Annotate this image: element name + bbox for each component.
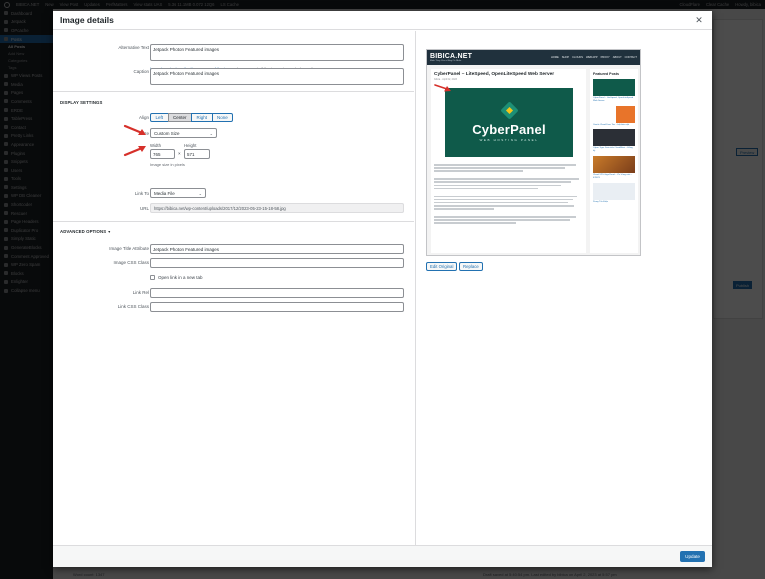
replace-button[interactable]: Replace [459, 262, 483, 271]
preview-menu-item: CLOUDS [572, 56, 583, 59]
settings-column: Alternative Text Jetpack Photon Featured… [53, 31, 414, 545]
alt-text-label: Alternative Text [118, 45, 149, 50]
advanced-options-toggle[interactable]: Advanced Options ▼ [60, 229, 111, 234]
update-button[interactable]: Update [680, 551, 705, 562]
preview-brand: CyberPanel [472, 121, 546, 137]
image-details-modal: Image details ✕ Alternative Text Jetpack… [53, 11, 712, 567]
preview-thumb-caption: Oracle Cloud Free Tier – bật bảo mật [593, 123, 630, 126]
cyberpanel-logo-icon [499, 100, 519, 120]
preview-sidebar: Featured Posts CyberPanel – LiteSpeed, O… [590, 69, 638, 253]
preview-thumb-caption: Cyber Tiger Data trên CloudBlast – Đăng … [593, 147, 633, 153]
css-class-label: Image CSS Class [113, 260, 149, 265]
align-left-button[interactable]: Left [150, 113, 169, 122]
preview-post-meta: bibica · April 02, 2023 [434, 78, 457, 81]
divider [53, 221, 414, 222]
align-center-button[interactable]: Center [167, 113, 193, 122]
size-hint: Image size in pixels [150, 162, 185, 167]
preview-brand-sub: WEB HOSTING PANEL [479, 137, 539, 142]
modal-title: Image details [60, 15, 114, 25]
align-right-button[interactable]: Right [191, 113, 213, 122]
link-css-input[interactable] [150, 302, 404, 312]
preview-thumb-caption: Proxy Tốc Điện [593, 200, 608, 203]
width-input[interactable] [150, 149, 175, 159]
caret-down-icon: ▼ [107, 230, 112, 234]
modal-header: Image details ✕ [53, 11, 712, 30]
red-arrow-icon [123, 124, 146, 135]
caption-label: Caption [133, 69, 149, 74]
link-rel-label: Link Rel [132, 290, 149, 295]
link-rel-input[interactable] [150, 288, 404, 298]
edit-original-button[interactable]: Edit Original [426, 262, 458, 271]
modal-footer: Update [53, 545, 712, 567]
title-attr-input[interactable] [150, 244, 404, 254]
preview-featured-image: CyberPanel WEB HOSTING PANEL [445, 88, 573, 157]
preview-menu-item: ABOUT [612, 56, 622, 59]
height-input[interactable] [184, 149, 210, 159]
preview-menu-item: CONTACT [624, 56, 637, 59]
alt-text-field[interactable]: Jetpack Photon Featured images [150, 44, 404, 61]
preview-thumbnail [593, 182, 635, 200]
new-tab-option[interactable]: Open link in a new tab [150, 275, 203, 280]
new-tab-checkbox[interactable] [150, 275, 155, 280]
close-icon[interactable]: ✕ [693, 14, 705, 26]
display-settings-heading: Display Settings [60, 100, 103, 105]
height-label: Height [184, 143, 197, 148]
preview-menu: HOME SHOP CLOUDS WEB APP PROXY ABOUT CON… [551, 56, 637, 59]
url-label: URL [139, 206, 149, 211]
title-attr-label: Image Title Attribute [109, 246, 149, 251]
chevron-down-icon: ⌄ [209, 130, 213, 136]
preview-thumb-caption: CyberPanel – LiteSpeed, OpenLiteSpeed We… [593, 97, 634, 102]
chevron-down-icon: ⌄ [198, 190, 202, 196]
url-field[interactable]: https://bibica.net/wp-content/uploads/20… [150, 203, 404, 213]
preview-thumbnail [593, 155, 635, 173]
preview-menu-item: SHOP [561, 56, 570, 59]
size-times: × [178, 151, 181, 156]
preview-menu-item: PROXY [600, 56, 610, 59]
align-none-button[interactable]: None [211, 113, 234, 122]
preview-thumbnail [593, 79, 635, 96]
red-arrow-icon [123, 146, 146, 157]
align-label: Align [138, 115, 149, 120]
preview-thumb-caption: Cloud VPS GigaCloud – Ưu Vùng mới – 4/20… [593, 173, 633, 179]
preview-menu-item: HOME [550, 56, 559, 59]
caption-field[interactable]: Jetpack Photon Featured images [150, 68, 404, 85]
width-label: Width [150, 143, 161, 148]
link-css-label: Link CSS Class [117, 304, 149, 309]
css-class-input[interactable] [150, 258, 404, 268]
red-arrow-icon [434, 84, 451, 92]
preview-sidebar-title: Featured Posts [593, 72, 619, 76]
preview-thumbnail [593, 105, 635, 123]
divider [53, 91, 414, 92]
preview-site-tagline: Mình Thủy Chủ ở Blog Cá Nhân [430, 60, 462, 62]
link-to-label: Link To [134, 191, 149, 196]
preview-menu-item: WEB APP [585, 56, 598, 59]
preview-site-header: BIBICA.NET Mình Thủy Chủ ở Blog Cá Nhân … [427, 50, 640, 65]
preview-body-text [434, 164, 583, 226]
preview-article: CyberPanel – LiteSpeed, OpenLiteSpeed We… [431, 69, 586, 253]
image-preview-column: BIBICA.NET Mình Thủy Chủ ở Blog Cá Nhân … [415, 31, 712, 545]
preview-post-title: CyberPanel – LiteSpeed, OpenLiteSpeed We… [434, 72, 555, 77]
image-preview: BIBICA.NET Mình Thủy Chủ ở Blog Cá Nhân … [426, 49, 641, 256]
preview-site-logo: BIBICA.NET [430, 53, 473, 60]
align-buttons: Left Center Right None [150, 113, 234, 122]
preview-thumbnail [593, 129, 635, 147]
size-select[interactable]: Custom Size ⌄ [150, 128, 217, 138]
link-to-select[interactable]: Media File ⌄ [150, 188, 206, 198]
